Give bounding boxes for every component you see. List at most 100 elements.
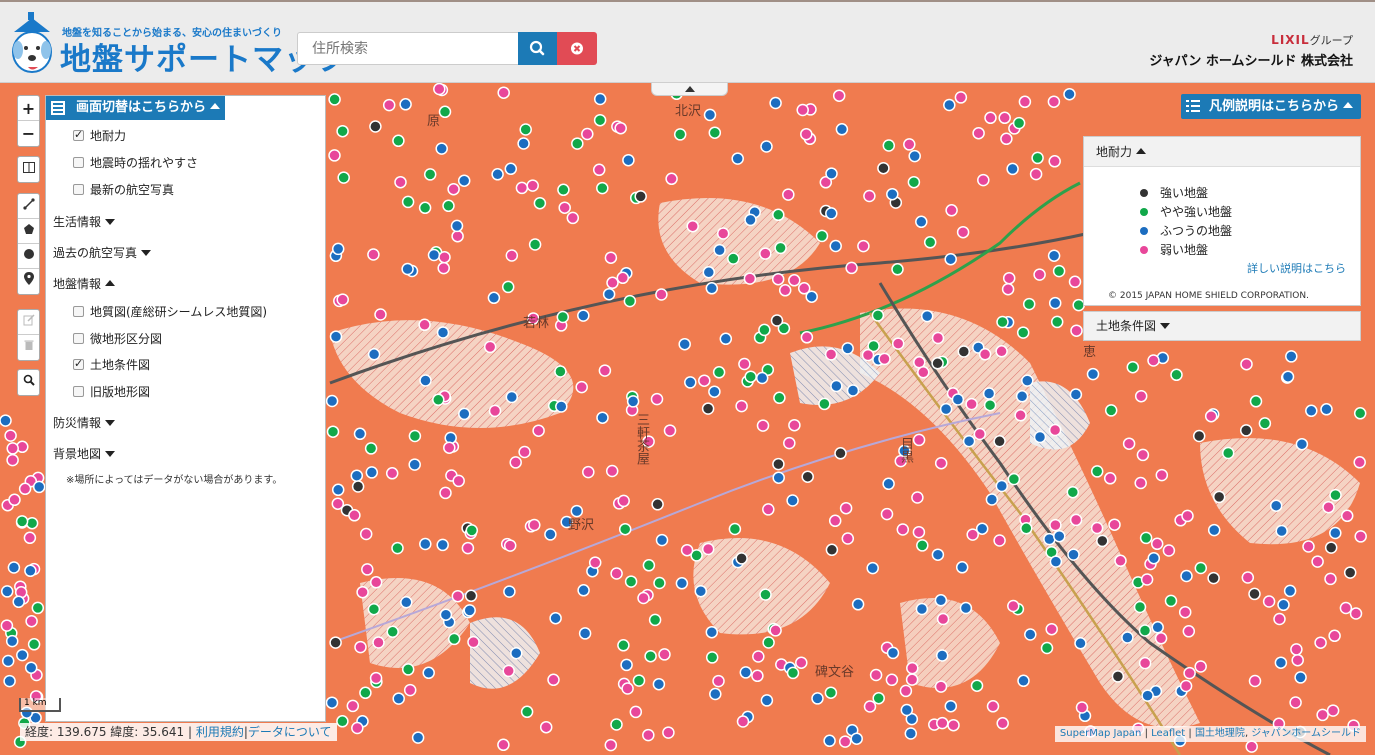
survey-point[interactable] [427, 248, 441, 262]
survey-point[interactable] [705, 282, 719, 295]
survey-point[interactable] [996, 315, 1009, 329]
layer-aerial-latest[interactable]: 最新の航空写真 [73, 181, 174, 198]
survey-point[interactable] [1343, 566, 1357, 579]
survey-point[interactable] [880, 507, 894, 521]
survey-point[interactable] [743, 272, 757, 285]
data-about-link[interactable]: データについて [248, 725, 332, 739]
checkbox[interactable] [73, 333, 84, 344]
section-background-map[interactable]: 背景地図 [53, 445, 116, 462]
survey-point[interactable] [773, 391, 786, 405]
survey-point[interactable] [367, 348, 381, 361]
survey-point[interactable] [1221, 446, 1235, 460]
survey-point[interactable] [772, 457, 785, 471]
attribution-leaflet-link[interactable]: Leaflet [1151, 728, 1185, 739]
survey-point[interactable] [1281, 370, 1295, 383]
survey-point[interactable] [702, 266, 716, 279]
survey-point[interactable] [758, 323, 771, 337]
survey-point[interactable] [923, 236, 937, 249]
legend-toggle-button[interactable]: 凡例説明はこちらから [1181, 94, 1361, 119]
survey-point[interactable] [686, 219, 699, 233]
survey-point[interactable] [841, 342, 854, 355]
survey-point[interactable] [744, 370, 757, 383]
survey-point[interactable] [1204, 409, 1218, 423]
survey-point[interactable] [408, 458, 421, 471]
survey-point[interactable] [1096, 534, 1109, 548]
survey-point[interactable] [386, 625, 399, 639]
survey-point[interactable] [1212, 490, 1226, 504]
survey-point[interactable] [795, 656, 808, 669]
survey-point[interactable] [519, 123, 532, 136]
survey-point[interactable] [464, 589, 478, 603]
checkbox[interactable] [73, 128, 84, 141]
survey-point[interactable] [422, 666, 435, 680]
layer-microtopography[interactable]: 微地形区分図 [73, 330, 162, 347]
survey-point[interactable] [505, 249, 519, 262]
survey-point[interactable] [1320, 403, 1333, 416]
survey-point[interactable] [502, 664, 515, 678]
survey-point[interactable] [25, 516, 39, 530]
survey-point[interactable] [1340, 509, 1354, 523]
zoom-out-button[interactable]: − [18, 121, 39, 146]
survey-point[interactable] [650, 392, 664, 406]
survey-point[interactable] [995, 479, 1009, 493]
draw-marker-button[interactable] [18, 269, 39, 294]
survey-point[interactable] [487, 291, 501, 305]
survey-point[interactable] [1020, 522, 1033, 535]
survey-point[interactable] [337, 171, 350, 184]
survey-point[interactable] [606, 276, 619, 290]
survey-point[interactable] [936, 612, 950, 626]
survey-point[interactable] [1074, 637, 1087, 650]
survey-point[interactable] [365, 466, 379, 479]
survey-point[interactable] [501, 280, 515, 294]
survey-point[interactable] [1207, 523, 1221, 537]
survey-point[interactable] [1111, 670, 1125, 683]
survey-point[interactable] [1122, 437, 1136, 450]
survey-point[interactable] [1048, 423, 1062, 437]
survey-point[interactable] [24, 564, 37, 578]
survey-point[interactable] [593, 92, 607, 106]
survey-point[interactable] [838, 735, 852, 748]
survey-point[interactable] [326, 425, 340, 438]
survey-point[interactable] [1182, 625, 1196, 638]
attribution-gsi-link[interactable]: 国土地理院 [1195, 728, 1245, 739]
survey-point[interactable] [857, 239, 870, 253]
survey-point[interactable] [1052, 264, 1066, 278]
survey-point[interactable] [1207, 571, 1220, 585]
survey-point[interactable] [1353, 407, 1367, 420]
survey-point[interactable] [834, 447, 847, 460]
survey-point[interactable] [1283, 584, 1297, 598]
survey-point[interactable] [662, 726, 675, 739]
section-disaster-info[interactable]: 防災情報 [53, 414, 116, 431]
survey-point[interactable] [419, 374, 432, 387]
survey-point[interactable] [577, 309, 590, 322]
survey-point[interactable] [588, 556, 602, 569]
survey-point[interactable] [771, 272, 785, 286]
survey-point[interactable] [547, 673, 560, 687]
survey-point[interactable] [1179, 679, 1193, 693]
survey-point[interactable] [970, 679, 984, 692]
survey-point[interactable] [463, 604, 476, 617]
survey-point[interactable] [571, 137, 584, 150]
attribution-jhs-link[interactable]: ジャパンホームシールド [1251, 728, 1361, 739]
survey-point[interactable] [610, 567, 623, 580]
section-past-aerial[interactable]: 過去の航空写真 [53, 244, 152, 261]
map-search-button[interactable] [18, 370, 39, 395]
layer-land-condition[interactable]: 土地条件図 [73, 356, 150, 373]
survey-point[interactable] [1180, 569, 1193, 583]
survey-point[interactable] [614, 121, 627, 135]
survey-point[interactable] [651, 498, 664, 511]
survey-point[interactable] [1178, 605, 1192, 619]
survey-point[interactable] [1133, 600, 1147, 614]
survey-point[interactable] [359, 686, 372, 700]
survey-point[interactable] [1134, 389, 1148, 403]
survey-point[interactable] [629, 705, 643, 719]
survey-point[interactable] [1015, 390, 1029, 403]
survey-point[interactable] [618, 522, 632, 536]
survey-point[interactable] [7, 561, 21, 574]
survey-point[interactable] [744, 213, 757, 227]
survey-point[interactable] [769, 96, 782, 110]
survey-point[interactable] [998, 111, 1011, 125]
survey-point[interactable] [526, 179, 539, 192]
survey-point[interactable] [1140, 573, 1154, 586]
survey-point[interactable] [520, 705, 534, 719]
